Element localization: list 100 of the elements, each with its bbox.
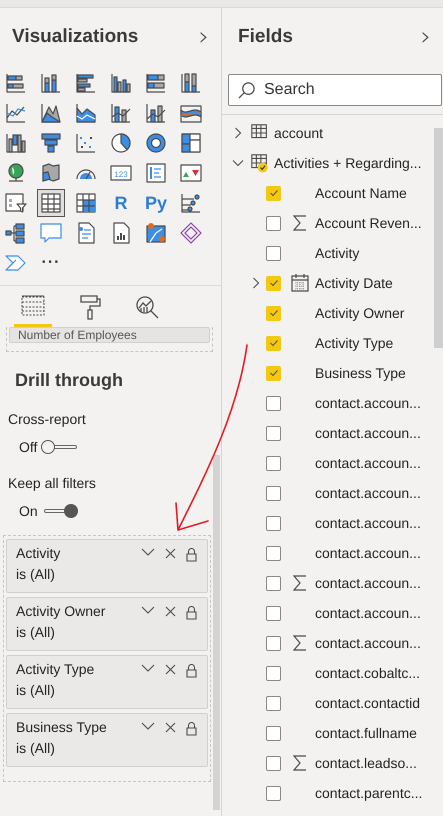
chevron-down-icon[interactable] bbox=[141, 606, 155, 614]
close-icon[interactable] bbox=[165, 664, 176, 675]
field-name[interactable]: contact.accoun... bbox=[315, 455, 421, 471]
checkbox[interactable] bbox=[266, 186, 281, 200]
checkbox[interactable] bbox=[266, 666, 281, 680]
chart-type-icon bbox=[39, 131, 63, 155]
padlock-icon[interactable] bbox=[186, 664, 197, 678]
field-name[interactable]: Account Name bbox=[315, 185, 407, 201]
checkbox[interactable] bbox=[266, 786, 281, 800]
field-name[interactable]: contact.parentc... bbox=[315, 785, 422, 801]
checkbox[interactable] bbox=[266, 726, 281, 740]
checkbox[interactable] bbox=[266, 576, 281, 590]
checkbox[interactable] bbox=[266, 606, 281, 620]
visual-type-button[interactable] bbox=[37, 189, 65, 217]
collapse-button[interactable]: › bbox=[420, 24, 431, 50]
chart-type-icon bbox=[74, 191, 98, 215]
field-name[interactable]: Activity bbox=[315, 245, 360, 261]
filter-card[interactable]: Business Type is (All) bbox=[6, 713, 208, 767]
chevron-down-icon[interactable] bbox=[141, 722, 155, 730]
scrollbar[interactable] bbox=[434, 128, 443, 348]
padlock-icon[interactable] bbox=[186, 548, 197, 562]
field-name[interactable]: contact.accoun... bbox=[315, 575, 421, 591]
chart-type-icon bbox=[144, 101, 168, 125]
field-name[interactable]: contact.cobaltc... bbox=[315, 665, 420, 681]
toggle-label: Off bbox=[19, 439, 38, 455]
sigma-icon bbox=[293, 635, 307, 651]
filter-condition: is (All) bbox=[16, 566, 56, 582]
collapse-button[interactable]: › bbox=[198, 24, 209, 50]
field-name[interactable]: contact.fullname bbox=[315, 725, 417, 741]
search-field[interactable]: Search bbox=[228, 74, 442, 106]
close-icon[interactable] bbox=[165, 548, 176, 559]
field-name[interactable]: contact.leadso... bbox=[315, 755, 417, 771]
chart-type-icon bbox=[39, 191, 63, 215]
field-name[interactable]: Account Reven... bbox=[315, 215, 422, 231]
field-name[interactable]: contact.contactid bbox=[315, 695, 420, 711]
field-name[interactable]: contact.accoun... bbox=[315, 635, 421, 651]
visual-type-button[interactable]: ··· bbox=[37, 249, 65, 277]
chevron-right-icon[interactable] bbox=[250, 277, 262, 289]
checkbox[interactable] bbox=[266, 336, 281, 350]
checkbox[interactable] bbox=[266, 246, 281, 260]
chart-type-icon bbox=[144, 71, 168, 95]
close-icon[interactable] bbox=[165, 606, 176, 617]
checkbox[interactable] bbox=[266, 216, 281, 230]
filter-condition: is (All) bbox=[16, 682, 56, 698]
checkbox[interactable] bbox=[266, 396, 281, 410]
checkbox[interactable] bbox=[266, 366, 281, 380]
field-pill[interactable]: Number of Employees bbox=[9, 327, 210, 343]
field-name[interactable]: contact.accoun... bbox=[315, 395, 421, 411]
checkbox[interactable] bbox=[266, 516, 281, 530]
chart-type-icon bbox=[144, 161, 168, 185]
filter-card[interactable]: Activity Type is (All) bbox=[6, 655, 208, 709]
field-name[interactable]: Activity Date bbox=[315, 275, 393, 291]
chevron-down-icon[interactable] bbox=[141, 664, 155, 672]
chart-type-icon bbox=[109, 71, 133, 95]
chart-type-icon bbox=[4, 101, 28, 125]
chart-type-icon bbox=[179, 71, 203, 95]
table-name[interactable]: Activities + Regarding... bbox=[274, 155, 422, 171]
field-name[interactable]: contact.accoun... bbox=[315, 485, 421, 501]
checkbox[interactable] bbox=[266, 696, 281, 710]
field-name[interactable]: Activity Type bbox=[315, 335, 394, 351]
field-name[interactable]: Activity Owner bbox=[315, 305, 404, 321]
chart-type-icon bbox=[4, 191, 28, 215]
table-icon bbox=[20, 294, 46, 318]
padlock-icon[interactable] bbox=[186, 722, 197, 736]
field-name[interactable]: Business Type bbox=[315, 365, 406, 381]
sigma-icon bbox=[293, 755, 307, 771]
scrollbar[interactable] bbox=[213, 455, 220, 810]
filter-card[interactable]: Activity Owner is (All) bbox=[6, 597, 208, 651]
magnifier-chart-icon bbox=[134, 294, 160, 320]
chevron-down-icon[interactable] bbox=[232, 157, 244, 169]
field-name[interactable]: contact.accoun... bbox=[315, 515, 421, 531]
visual-type-button[interactable]: R bbox=[107, 189, 135, 217]
filter-card[interactable]: Activity is (All) bbox=[6, 539, 208, 593]
chevron-down-icon[interactable] bbox=[141, 548, 155, 556]
visual-type-button[interactable]: Py bbox=[142, 189, 170, 217]
checkbox[interactable] bbox=[266, 756, 281, 770]
chart-type-icon bbox=[74, 71, 98, 95]
field-name[interactable]: contact.accoun... bbox=[315, 545, 421, 561]
filter-name: Business Type bbox=[16, 719, 108, 735]
field-name[interactable]: contact.accoun... bbox=[315, 425, 421, 441]
checkbox[interactable] bbox=[266, 426, 281, 440]
toggle-switch[interactable] bbox=[41, 440, 78, 454]
checkbox[interactable] bbox=[266, 546, 281, 560]
checkbox[interactable] bbox=[266, 456, 281, 470]
sigma-icon bbox=[293, 575, 307, 591]
checkbox[interactable] bbox=[266, 276, 281, 290]
checkbox[interactable] bbox=[266, 306, 281, 320]
toggle-switch[interactable] bbox=[42, 504, 78, 518]
field-name[interactable]: contact.accoun... bbox=[315, 605, 421, 621]
toggle-label: On bbox=[19, 503, 38, 519]
table-name[interactable]: account bbox=[274, 125, 324, 141]
checkbox[interactable] bbox=[266, 636, 281, 650]
checkbox[interactable] bbox=[266, 486, 281, 500]
close-icon[interactable] bbox=[165, 722, 176, 733]
chart-type-icon bbox=[74, 101, 98, 125]
padlock-icon[interactable] bbox=[186, 606, 197, 620]
chart-type-icon bbox=[179, 191, 203, 215]
chart-type-icon bbox=[179, 131, 203, 155]
chart-type-icon bbox=[39, 221, 63, 245]
chevron-right-icon[interactable] bbox=[232, 127, 244, 139]
